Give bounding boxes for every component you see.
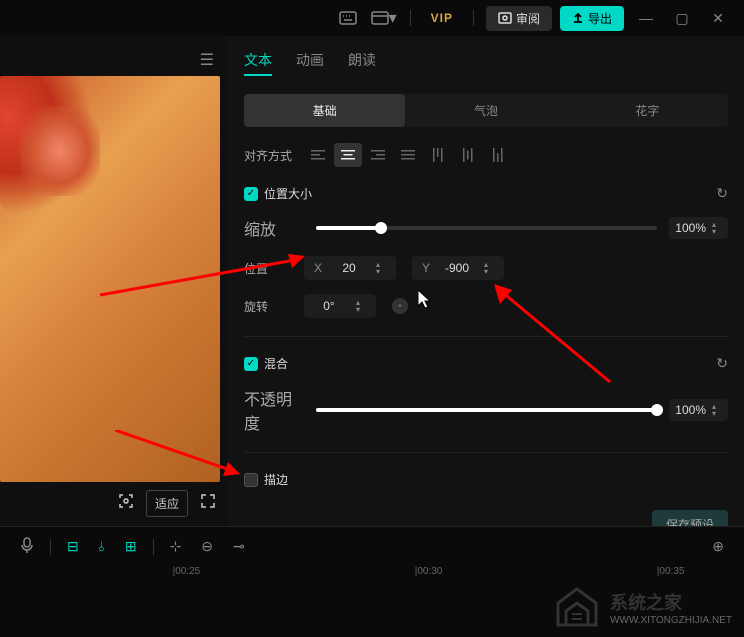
tab-read[interactable]: 朗读 <box>348 50 376 76</box>
align-clip-icon[interactable]: ⫰ <box>95 536 109 557</box>
valign-middle-icon[interactable] <box>454 143 482 167</box>
reset-blend-icon[interactable]: ↻ <box>716 355 728 372</box>
watermark: 系统之家WWW.XITONGZHIJIA.NET <box>552 585 732 629</box>
stroke-checkbox[interactable]: 描边 <box>244 471 288 488</box>
focus-icon[interactable] <box>114 489 138 518</box>
opacity-label: 不透明度 <box>244 386 304 434</box>
split-icon[interactable]: ⊹ <box>166 536 186 557</box>
zoom-slider-icon[interactable]: ⊸ <box>229 536 249 557</box>
subtab-fancy[interactable]: 花字 <box>567 94 728 127</box>
rotate-input[interactable]: 0°▴▾ <box>304 294 376 318</box>
fullscreen-icon[interactable] <box>196 489 220 518</box>
position-size-checkbox[interactable]: ✓位置大小 <box>244 185 312 202</box>
hamburger-icon[interactable]: ☰ <box>200 50 214 70</box>
align-right-icon[interactable] <box>364 143 392 167</box>
align-left-icon[interactable] <box>304 143 332 167</box>
maximize-button[interactable]: ▢ <box>668 10 696 27</box>
close-button[interactable]: ✕ <box>704 10 732 27</box>
link-right-icon[interactable]: ⊞ <box>121 536 141 557</box>
scale-label: 缩放 <box>244 216 304 240</box>
review-button[interactable]: 审阅 <box>486 6 552 31</box>
subtab-bubble[interactable]: 气泡 <box>405 94 566 127</box>
keyboard-icon[interactable] <box>334 6 362 30</box>
rotate-label: 旋转 <box>244 298 304 315</box>
position-label: 位置 <box>244 260 304 277</box>
opacity-value[interactable]: 100%▴▾ <box>669 399 728 421</box>
link-left-icon[interactable]: ⊟ <box>63 536 83 557</box>
save-preset-button[interactable]: 保存预设 <box>652 510 728 526</box>
tab-text[interactable]: 文本 <box>244 50 272 76</box>
align-center-icon[interactable] <box>334 143 362 167</box>
rotate-dial[interactable]: • <box>392 298 408 314</box>
opacity-slider[interactable] <box>316 408 657 412</box>
scale-value[interactable]: 100%▴▾ <box>669 217 728 239</box>
subtab-basic[interactable]: 基础 <box>244 94 405 127</box>
x-input[interactable]: X20▴▾ <box>304 256 396 280</box>
align-justify-icon[interactable] <box>394 143 422 167</box>
y-input[interactable]: Y-900▴▾ <box>412 256 504 280</box>
valign-bottom-icon[interactable] <box>484 143 512 167</box>
valign-top-icon[interactable] <box>424 143 452 167</box>
fit-button[interactable]: 适应 <box>146 490 188 517</box>
scale-slider[interactable] <box>316 226 657 230</box>
preview-pane: ☰ 适应 <box>0 36 228 526</box>
align-label: 对齐方式 <box>244 147 304 164</box>
zoom-out-icon[interactable]: ⊖ <box>197 536 217 557</box>
tab-animation[interactable]: 动画 <box>296 50 324 76</box>
properties-panel: 文本 动画 朗读 基础 气泡 花字 对齐方式 ✓位置大小 ↻ <box>228 36 744 526</box>
mic-icon[interactable] <box>16 535 38 558</box>
vip-badge[interactable]: VIP <box>423 9 461 27</box>
export-button[interactable]: 导出 <box>560 6 624 31</box>
reset-position-icon[interactable]: ↻ <box>716 185 728 202</box>
preview-image[interactable] <box>0 76 220 482</box>
blend-checkbox[interactable]: ✓混合 <box>244 355 288 372</box>
minimize-button[interactable]: — <box>632 10 660 26</box>
zoom-in-icon[interactable]: ⊕ <box>708 536 728 557</box>
layout-icon[interactable]: ▾ <box>370 6 398 30</box>
